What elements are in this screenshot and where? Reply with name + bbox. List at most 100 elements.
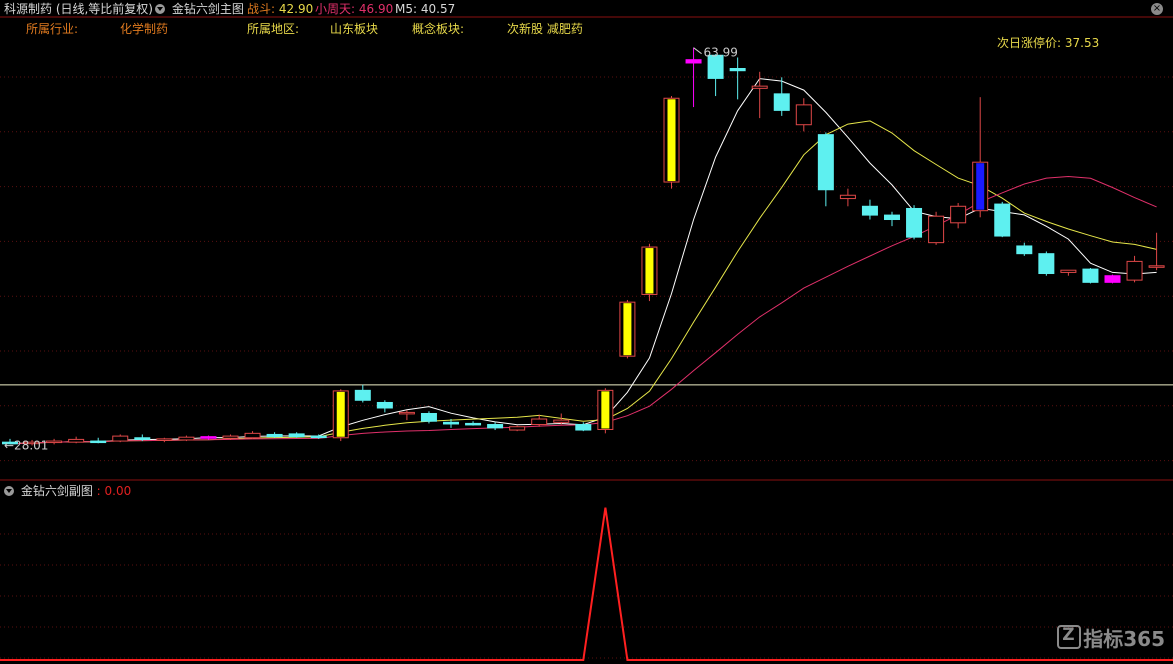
candle-body xyxy=(134,437,151,440)
high-pointer xyxy=(693,47,702,55)
watermark-logo: 指标365 xyxy=(1057,624,1165,650)
candle-body xyxy=(751,85,768,89)
candle xyxy=(972,97,989,218)
candle-body xyxy=(928,215,945,244)
candle-body xyxy=(994,203,1011,237)
candle-body xyxy=(906,207,923,238)
candle xyxy=(928,211,945,245)
candle-body xyxy=(200,436,217,439)
candle-body xyxy=(443,421,459,425)
candle-body xyxy=(861,205,878,216)
candle-body xyxy=(90,440,107,444)
concept-value: 次新股 减肥药 xyxy=(507,22,583,36)
candle-body xyxy=(950,205,967,224)
candle-body xyxy=(310,435,327,439)
logo-mark-icon xyxy=(1057,624,1082,649)
candle xyxy=(1016,242,1033,256)
candle xyxy=(950,202,967,229)
candle-signal xyxy=(601,391,610,429)
candle-signal xyxy=(336,391,345,437)
sub-indicator-line xyxy=(0,507,1173,661)
concept-label: 概念板块: xyxy=(412,22,465,36)
candle xyxy=(420,411,437,424)
candles xyxy=(2,47,1165,446)
candle-body xyxy=(156,438,173,441)
candle-body xyxy=(575,424,592,431)
candle xyxy=(619,299,636,359)
region-value: 山东板块 xyxy=(330,22,379,36)
candle-body xyxy=(839,194,856,200)
dropdown-circle-icon[interactable] xyxy=(155,4,165,14)
candle xyxy=(729,57,746,100)
candle-body xyxy=(354,389,371,401)
candle xyxy=(1126,255,1143,283)
candle xyxy=(178,435,195,442)
sub-dropdown-circle-icon[interactable] xyxy=(4,486,14,496)
candle xyxy=(465,421,482,426)
region-label: 所属地区: xyxy=(247,22,300,36)
m5-value: 40.57 xyxy=(420,2,456,16)
candle xyxy=(663,96,680,189)
candle xyxy=(156,437,173,443)
candle-body xyxy=(178,436,195,441)
low-label: ←28.01 xyxy=(4,438,48,452)
candle xyxy=(839,188,856,207)
industry-value: 化学制药 xyxy=(120,22,169,36)
candle-body xyxy=(487,424,504,429)
candle xyxy=(707,54,724,97)
candle-body xyxy=(222,435,239,439)
next-limit-value: 37.53 xyxy=(1064,36,1100,50)
candle-body xyxy=(1038,253,1055,275)
candle xyxy=(1038,251,1055,276)
zhandou-label: 战斗: xyxy=(247,2,276,16)
close-icon[interactable] xyxy=(1151,3,1163,15)
candle xyxy=(266,432,283,438)
candle xyxy=(244,431,261,439)
candle-body xyxy=(376,401,393,409)
candle xyxy=(861,199,878,220)
candle xyxy=(509,425,526,432)
candle-body xyxy=(884,214,900,221)
candle-body xyxy=(112,435,129,442)
candle xyxy=(1148,232,1165,271)
next-limit-label: 次日涨停价: xyxy=(997,36,1062,50)
candle xyxy=(487,422,504,431)
candle xyxy=(906,205,923,240)
main-indicator-name[interactable]: 金钻六剑主图 xyxy=(172,2,244,16)
candle xyxy=(817,132,834,207)
candle-body xyxy=(465,422,482,426)
candle xyxy=(994,201,1011,238)
candle-body xyxy=(288,433,305,438)
candle-body xyxy=(531,418,548,426)
xiaozhoutian-label: 小周天: xyxy=(315,2,356,16)
candle xyxy=(288,432,305,438)
candle xyxy=(354,384,371,403)
candle-body xyxy=(244,432,261,439)
candle xyxy=(597,388,614,434)
candle-body xyxy=(729,67,746,72)
candle xyxy=(68,436,85,444)
candle xyxy=(332,389,349,442)
sub-indicator-name[interactable]: 金钻六剑副图 xyxy=(21,484,93,498)
candle xyxy=(575,422,592,432)
candle-signal xyxy=(976,163,985,210)
candle-body xyxy=(420,413,437,422)
candle-body xyxy=(1016,245,1033,255)
m5-label: M5: xyxy=(395,2,418,16)
ma5-line xyxy=(9,78,1157,445)
candle-body xyxy=(685,59,702,64)
high-label: 63.99 xyxy=(704,46,738,60)
zhandou-value: 42.90 xyxy=(278,2,314,16)
candle-body xyxy=(68,438,85,443)
candle xyxy=(112,434,129,443)
candle xyxy=(795,98,812,132)
candle-body xyxy=(1060,269,1077,273)
stock-title: 科源制药 (日线,等比前复权) xyxy=(4,2,153,16)
candle-body xyxy=(266,433,283,438)
candle xyxy=(884,211,900,227)
candle-body xyxy=(1126,260,1143,281)
candle xyxy=(46,438,63,445)
candle-signal xyxy=(645,248,654,294)
candlestick-chart[interactable]: 63.99 ←28.01 xyxy=(0,0,1173,664)
ma20-line xyxy=(9,175,1157,445)
